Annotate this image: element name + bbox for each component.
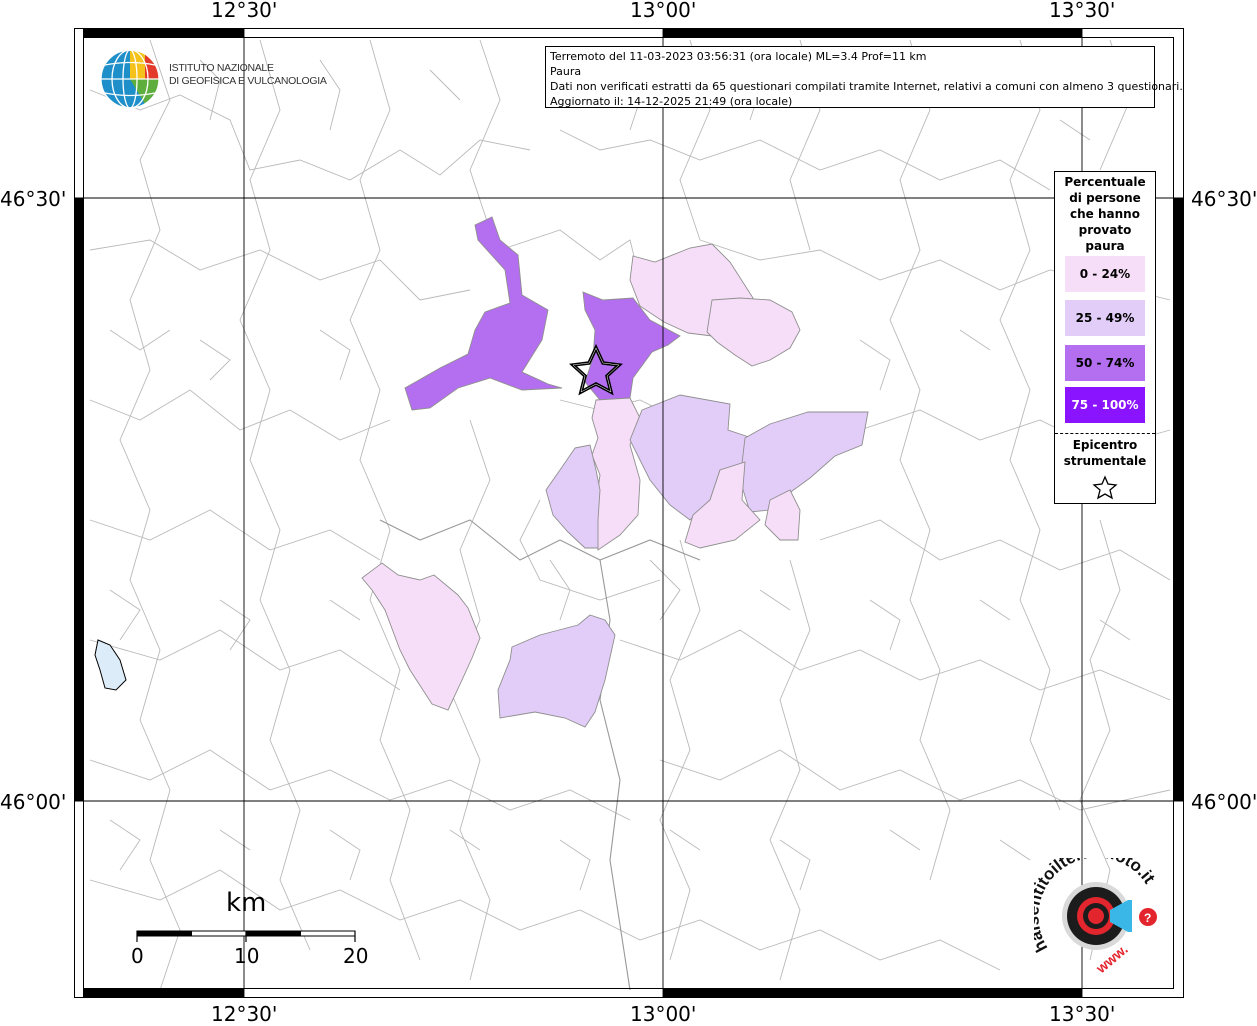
logo-line: ISTITUTO NAZIONALE xyxy=(169,62,274,74)
scale-tick-label: 20 xyxy=(343,944,369,968)
legend-class-0-24: 0 - 24% xyxy=(1065,256,1145,292)
lake xyxy=(94,639,127,691)
municipality-50-74 xyxy=(404,216,563,411)
earthquake-info-box: Terremoto del 11-03-2023 03:56:31 (ora l… xyxy=(545,46,1183,108)
municipality-0-24 xyxy=(706,297,801,367)
top-tick-label: 13°30' xyxy=(1049,0,1116,22)
ingv-logo-icon xyxy=(100,49,160,109)
legend-title: Percentuale di persone che hanno provato… xyxy=(1055,174,1155,254)
info-line: Dati non verificati estratti da 65 quest… xyxy=(550,80,1183,93)
left-tick-label: 46°00' xyxy=(0,790,67,814)
top-tick-label: 13°00' xyxy=(630,0,697,22)
haisentito-badge-logo: haisentitoilterremoto.it ? www. xyxy=(1034,858,1159,977)
top-tick-label: 12°30' xyxy=(211,0,278,22)
bottom-tick-label: 12°30' xyxy=(211,1002,278,1026)
left-tick-label: 46°30' xyxy=(0,187,67,211)
legend-title-line: provato xyxy=(1078,223,1132,237)
scale-unit-label: km xyxy=(226,888,267,918)
municipality-25-49 xyxy=(739,411,869,513)
legend-title-line: Percentuale xyxy=(1064,175,1146,189)
legend: Percentuale di persone che hanno provato… xyxy=(1054,171,1156,504)
info-line: Aggiornato il: 14-12-2025 21:49 (ora loc… xyxy=(550,95,793,108)
scale-tick-label: 10 xyxy=(234,944,260,968)
municipality-25-49 xyxy=(545,444,601,549)
legend-divider xyxy=(1055,433,1155,434)
legend-title-line: di persone xyxy=(1069,191,1141,205)
scale-bar xyxy=(136,930,356,942)
legend-epicenter-line: strumentale xyxy=(1063,454,1147,468)
right-tick-label: 46°00' xyxy=(1191,790,1257,814)
legend-star-icon xyxy=(1092,475,1118,500)
legend-title-line: paura xyxy=(1085,239,1125,253)
municipality-0-24 xyxy=(591,397,641,551)
bottom-tick-label: 13°30' xyxy=(1049,1002,1116,1026)
legend-class-75-100: 75 - 100% xyxy=(1065,387,1145,423)
info-line: Terremoto del 11-03-2023 03:56:31 (ora l… xyxy=(550,50,927,63)
legend-class-50-74: 50 - 74% xyxy=(1065,345,1145,381)
legend-epicenter-label: Epicentro strumentale xyxy=(1055,437,1155,469)
legend-epicenter-line: Epicentro xyxy=(1072,438,1138,452)
svg-text:?: ? xyxy=(1144,911,1151,925)
logo-line: DI GEOFISICA E VULCANOLOGIA xyxy=(169,75,327,87)
bottom-tick-label: 13°00' xyxy=(630,1002,697,1026)
legend-class-25-49: 25 - 49% xyxy=(1065,300,1145,336)
info-line: Paura xyxy=(550,65,582,78)
municipality-0-24 xyxy=(361,562,481,711)
right-tick-label: 46°30' xyxy=(1191,187,1257,211)
ingv-logo-text: ISTITUTO NAZIONALE DI GEOFISICA E VULCAN… xyxy=(169,62,327,88)
legend-title-line: che hanno xyxy=(1070,207,1140,221)
scale-tick-label: 0 xyxy=(131,944,144,968)
municipality-25-49 xyxy=(497,614,616,728)
